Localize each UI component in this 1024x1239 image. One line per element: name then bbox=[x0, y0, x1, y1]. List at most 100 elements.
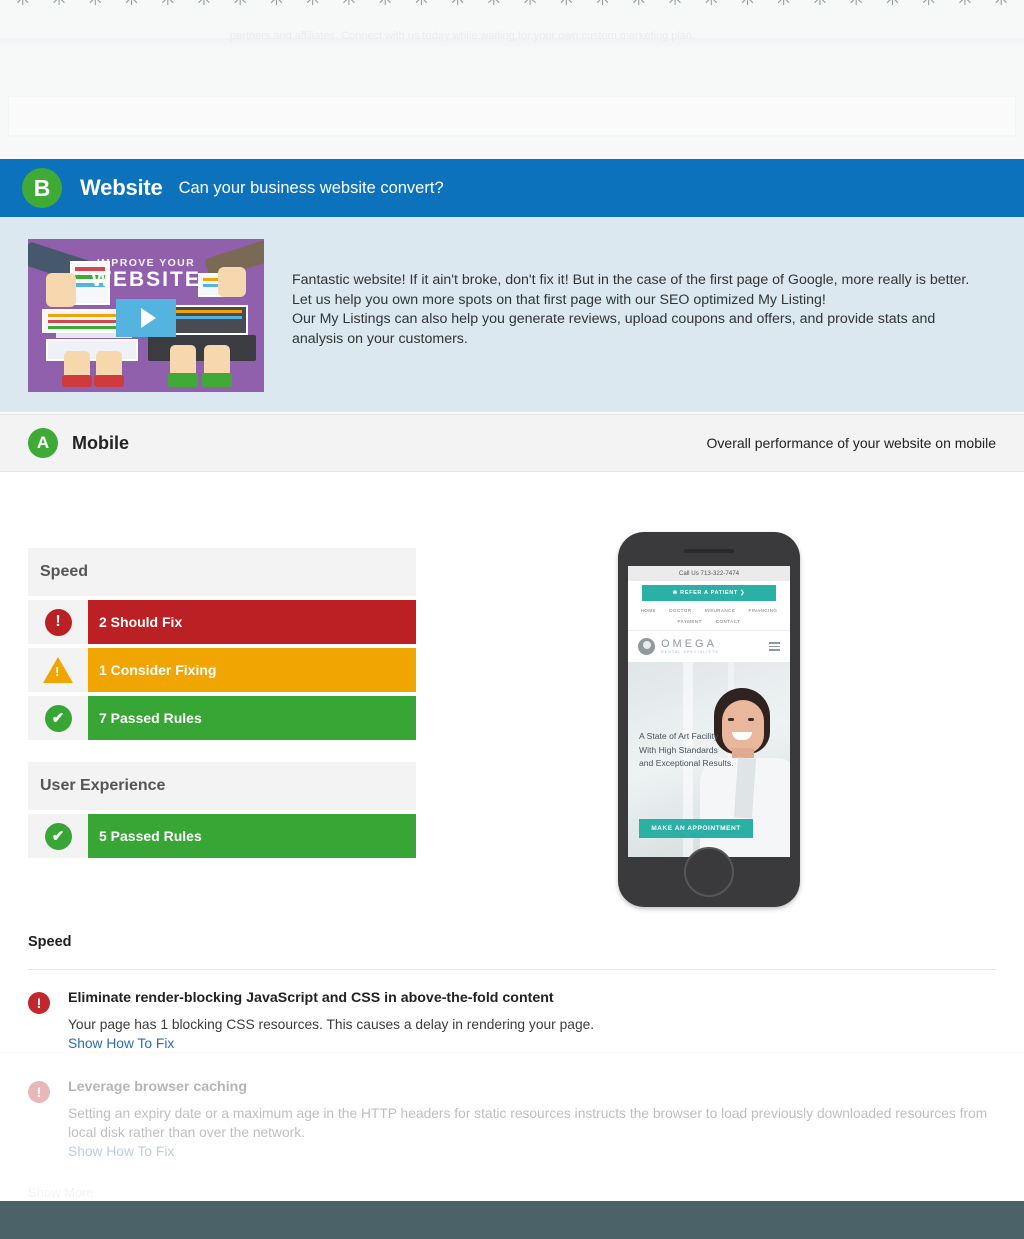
website-section-copy: Fantastic website! If it ain't broke, do… bbox=[292, 239, 969, 349]
speed-detail-body: Your page has 1 blocking CSS resources. … bbox=[68, 1017, 595, 1032]
website-grade-badge: B bbox=[22, 168, 62, 208]
illustration-sleeve-1 bbox=[62, 375, 92, 387]
sparkle-icon: ✳ bbox=[449, 0, 467, 9]
mobile-grade-badge: A bbox=[28, 428, 58, 458]
preview-nav-secondary: PAYMENT CONTACT bbox=[628, 619, 790, 624]
show-how-to-fix-link[interactable]: Show How To Fix bbox=[68, 1036, 174, 1051]
sparkle-icon: ✳ bbox=[340, 0, 358, 9]
preview-nav-link[interactable]: HOME bbox=[641, 608, 656, 613]
rule-bar-should-fix[interactable]: 2 Should Fix bbox=[88, 600, 416, 644]
sparkle-icon: ✳ bbox=[304, 0, 322, 9]
website-copy-line: analysis on your customers. bbox=[292, 330, 468, 347]
sparkle-icon: ✳ bbox=[521, 0, 539, 9]
speed-detail-heading: Leverage browser caching bbox=[68, 1079, 247, 1095]
rule-row[interactable]: ! 1 Consider Fixing bbox=[28, 648, 416, 692]
error-circle-icon: ! bbox=[28, 992, 50, 1014]
phone-speaker bbox=[684, 549, 734, 553]
sparkle-icon: ✳ bbox=[920, 0, 938, 9]
rule-group-title-speed: Speed bbox=[28, 548, 416, 596]
illustration-keyboard bbox=[46, 339, 138, 361]
rule-icon-wrap: ! bbox=[28, 600, 88, 644]
omega-logo-icon bbox=[638, 638, 655, 655]
person-lab-coat bbox=[700, 758, 790, 857]
rule-row[interactable]: ✔ 7 Passed Rules bbox=[28, 696, 416, 740]
sparkle-icon: ✳ bbox=[956, 0, 974, 9]
sparkle-icon: ✳ bbox=[847, 0, 865, 9]
rule-bar-consider-fixing[interactable]: 1 Consider Fixing bbox=[88, 648, 416, 692]
warning-triangle-icon: ! bbox=[43, 657, 73, 683]
ghost-card-text: partners and affiliates. Connect with us… bbox=[230, 30, 696, 42]
speed-detail-item-faded: ! Leverage browser caching Setting an ex… bbox=[0, 1052, 1024, 1182]
show-more-button[interactable]: Show More bbox=[28, 1185, 94, 1200]
sparkle-icon: ✳ bbox=[195, 0, 213, 9]
illustration-laptop-base bbox=[148, 335, 256, 361]
mobile-section-title: Mobile bbox=[72, 432, 129, 453]
play-icon[interactable] bbox=[116, 299, 176, 337]
website-copy-line: Our My Listings can also help you genera… bbox=[292, 311, 936, 327]
illustration-sleeve-2 bbox=[94, 375, 124, 387]
sparkle-icon: ✳ bbox=[50, 0, 68, 9]
sparkle-icon: ✳ bbox=[884, 0, 902, 9]
preview-hero: A State of Art Facility With High Standar… bbox=[628, 662, 790, 857]
rule-bar-passed[interactable]: 5 Passed Rules bbox=[88, 814, 416, 858]
preview-logo-name: OMEGA bbox=[661, 638, 717, 650]
preview-make-appointment-button[interactable]: MAKE AN APPOINTMENT bbox=[639, 819, 753, 838]
speed-detail-text: Eliminate render-blocking JavaScript and… bbox=[68, 990, 594, 1053]
video-title-line2: WEBSITE bbox=[91, 268, 201, 291]
video-title-block: IMPROVE YOUR WEBSITE bbox=[28, 257, 264, 292]
illustration-sleeve-4 bbox=[202, 373, 232, 387]
hero-headline-line: and Exceptional Results. bbox=[639, 758, 734, 768]
sparkle-icon: ✳ bbox=[811, 0, 829, 9]
sparkle-icon: ✳ bbox=[268, 0, 286, 9]
mobile-section-subtitle: Overall performance of your website on m… bbox=[706, 435, 996, 451]
sparkle-icon: ✳ bbox=[159, 0, 177, 9]
preview-logo-tagline: DENTAL SPECIALISTS bbox=[661, 650, 719, 654]
sparkle-icon: ✳ bbox=[485, 0, 503, 9]
speed-detail-heading: Eliminate render-blocking JavaScript and… bbox=[68, 990, 554, 1006]
speed-detail-icon-wrap: ! bbox=[28, 1079, 68, 1161]
mobile-site-preview: Call Us 713-322-7474 ❀ REFER A PATIENT ❯… bbox=[618, 532, 800, 907]
preview-logo-text: OMEGA DENTAL SPECIALISTS bbox=[661, 638, 719, 655]
preview-nav-link[interactable]: FINANCING bbox=[748, 608, 777, 613]
website-copy-line: Fantastic website! If it ain't broke, do… bbox=[292, 272, 970, 288]
speed-detail-text: Leverage browser caching Setting an expi… bbox=[68, 1079, 996, 1161]
website-section-title: Website bbox=[80, 175, 163, 200]
sparkle-icon: ✳ bbox=[14, 0, 32, 9]
rule-bar-passed[interactable]: 7 Passed Rules bbox=[88, 696, 416, 740]
page-footer bbox=[0, 1201, 1024, 1239]
person-eye bbox=[728, 718, 734, 721]
check-circle-icon: ✔ bbox=[44, 822, 72, 850]
rule-row[interactable]: ✔ 5 Passed Rules bbox=[28, 814, 416, 858]
sparkle-icon: ✳ bbox=[992, 0, 1010, 9]
preview-nav-link[interactable]: DOCTOR bbox=[669, 608, 691, 613]
preview-nav-link[interactable]: CONTACT bbox=[716, 619, 741, 624]
preview-call-us: Call Us 713-322-7474 bbox=[628, 566, 790, 581]
sparkle-icon: ✳ bbox=[702, 0, 720, 9]
website-copy-line: Let us help you own more spots on that f… bbox=[292, 291, 826, 308]
illustration-sleeve-3 bbox=[168, 373, 198, 387]
rule-row[interactable]: ! 2 Should Fix bbox=[28, 600, 416, 644]
preview-nav-link[interactable]: PAYMENT bbox=[678, 619, 702, 624]
report-page: ✳ ✳ ✳ ✳ ✳ ✳ ✳ ✳ ✳ ✳ ✳ ✳ ✳ ✳ ✳ ✳ ✳ ✳ ✳ ✳ ✳ ✳ ✳ ✳ ✳ ✳ ✳ ✳ partners an… bbox=[0, 0, 1024, 1239]
sparkle-icon: ✳ bbox=[413, 0, 431, 9]
sparkle-icon: ✳ bbox=[630, 0, 648, 9]
rule-icon-wrap: ! bbox=[28, 648, 88, 692]
preview-nav-link[interactable]: INSURANCE bbox=[705, 608, 736, 613]
sparkle-icon: ✳ bbox=[376, 0, 394, 9]
phone-home-button bbox=[684, 847, 734, 897]
check-circle-icon: ✔ bbox=[44, 704, 72, 732]
website-section-subtitle: Can your business website convert? bbox=[178, 178, 444, 197]
ghost-card-above bbox=[8, 96, 1016, 136]
website-section-header: B Website Can your business website conv… bbox=[0, 159, 1024, 217]
sparkle-icon: ✳ bbox=[739, 0, 757, 9]
show-how-to-fix-link[interactable]: Show How To Fix bbox=[68, 1144, 174, 1159]
sparkle-icon: ✳ bbox=[594, 0, 612, 9]
improve-your-website-video[interactable]: IMPROVE YOUR WEBSITE bbox=[28, 239, 264, 392]
preview-nav-primary: HOME DOCTOR INSURANCE FINANCING bbox=[628, 608, 790, 613]
sparkle-icon: ✳ bbox=[666, 0, 684, 9]
rule-group-title-user-experience: User Experience bbox=[28, 762, 416, 810]
speed-detail-item: ! Eliminate render-blocking JavaScript a… bbox=[28, 970, 996, 1053]
hamburger-menu-icon[interactable] bbox=[769, 640, 780, 653]
preview-hero-headline: A State of Art Facility With High Standar… bbox=[639, 730, 734, 771]
preview-refer-a-patient-button[interactable]: ❀ REFER A PATIENT ❯ bbox=[642, 585, 776, 601]
